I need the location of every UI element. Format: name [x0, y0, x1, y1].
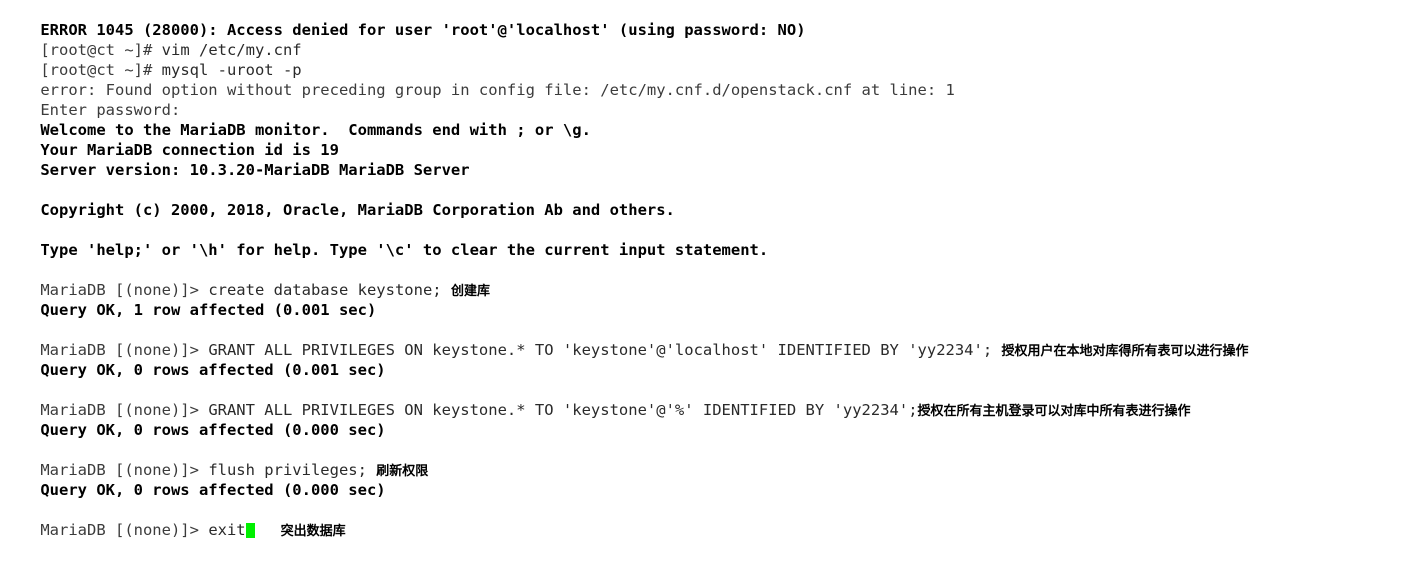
terminal-line-enter-password: Enter password:	[0, 80, 1414, 119]
terminal-line-query-ok-create: Query OK, 1 row affected (0.001 sec)	[0, 280, 1414, 319]
terminal-line-exit: MariaDB [(none)]> exit 突出数据库	[0, 500, 1414, 539]
terminal-line-type-help: Type 'help;' or '\h' for help. Type '\c'…	[0, 220, 1414, 259]
terminal-line-connection-id: Your MariaDB connection id is 19	[0, 120, 1414, 159]
terminal-line-query-ok-grant-localhost: Query OK, 0 rows affected (0.001 sec)	[0, 340, 1414, 379]
text-cursor	[245, 523, 255, 538]
terminal-line-mysql: [root@ct ~]# mysql -uroot -p	[0, 40, 1414, 79]
mariadb-prompt: MariaDB [(none)]>	[40, 521, 209, 539]
terminal-window[interactable]: ERROR 1045 (28000): Access denied for us…	[0, 0, 1414, 539]
terminal-line-grant-any: MariaDB [(none)]> GRANT ALL PRIVILEGES O…	[0, 380, 1414, 419]
terminal-line-grant-localhost: MariaDB [(none)]> GRANT ALL PRIVILEGES O…	[0, 320, 1414, 359]
terminal-line-query-ok-grant-any: Query OK, 0 rows affected (0.000 sec)	[0, 400, 1414, 439]
annotation-exit: 突出数据库	[280, 524, 346, 539]
terminal-line-error-found-option: error: Found option without preceding gr…	[0, 60, 1414, 99]
terminal-line-flush-privileges: MariaDB [(none)]> flush privileges; 刷新权限	[0, 440, 1414, 479]
terminal-line-welcome: Welcome to the MariaDB monitor. Commands…	[0, 100, 1414, 139]
terminal-line-create-database: MariaDB [(none)]> create database keysto…	[0, 260, 1414, 299]
terminal-line-query-ok-flush: Query OK, 0 rows affected (0.000 sec)	[0, 460, 1414, 499]
terminal-line-copyright: Copyright (c) 2000, 2018, Oracle, MariaD…	[0, 180, 1414, 219]
terminal-line-vim: [root@ct ~]# vim /etc/my.cnf	[0, 20, 1414, 59]
command-exit: exit	[208, 521, 246, 539]
terminal-line-error-access-denied: ERROR 1045 (28000): Access denied for us…	[0, 0, 1414, 39]
terminal-line-server-version: Server version: 10.3.20-MariaDB MariaDB …	[0, 140, 1414, 179]
